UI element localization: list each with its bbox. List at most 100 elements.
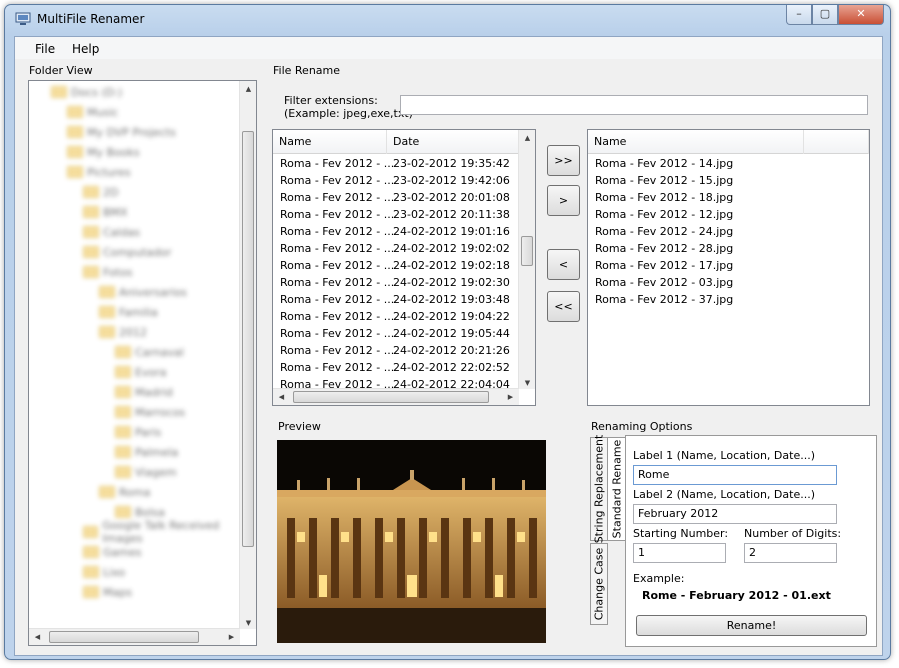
source-hscroll-thumb[interactable]	[293, 391, 489, 403]
label2-input[interactable]: February 2012	[633, 504, 837, 524]
target-row[interactable]: Roma - Fev 2012 - 15.jpg	[595, 172, 733, 189]
column-header-date[interactable]: Date	[387, 130, 519, 154]
scroll-right-arrow-icon[interactable]: ▶	[502, 393, 519, 401]
minimize-button[interactable]: –	[786, 5, 812, 25]
add-all-button[interactable]: >>	[547, 145, 580, 176]
target-row[interactable]: Roma - Fev 2012 - 17.jpg	[595, 257, 733, 274]
tree-scroll-thumb[interactable]	[242, 131, 254, 547]
scroll-left-arrow-icon[interactable]: ◀	[273, 393, 290, 401]
tree-item[interactable]: Computador	[83, 243, 171, 261]
tree-vertical-scrollbar[interactable]: ▲ ▼	[239, 81, 256, 629]
maximize-button[interactable]: ▢	[812, 5, 838, 25]
target-row[interactable]: Roma - Fev 2012 - 28.jpg	[595, 240, 733, 257]
tree-item[interactable]: BMX	[83, 203, 128, 221]
source-file-list[interactable]: Name Date Roma - Fev 2012 - ... 23-02-201…	[272, 129, 536, 406]
target-file-list[interactable]: Name Roma - Fev 2012 - 14.jpg Roma - Fev …	[587, 129, 870, 406]
menu-help[interactable]: Help	[72, 42, 99, 56]
scroll-down-arrow-icon[interactable]: ▼	[519, 379, 535, 387]
source-cell-name[interactable]: Roma - Fev 2012 - ...	[280, 274, 394, 291]
tree-item[interactable]: Music	[67, 103, 118, 121]
tree-item[interactable]: Familia	[99, 303, 158, 321]
source-cell-name[interactable]: Roma - Fev 2012 - ...	[280, 155, 394, 172]
source-cell-name[interactable]: Roma - Fev 2012 - ...	[280, 325, 394, 342]
source-cell-date[interactable]: 24-02-2012 19:02:18	[393, 257, 510, 274]
source-cell-date[interactable]: 24-02-2012 19:02:30	[393, 274, 510, 291]
source-cell-name[interactable]: Roma - Fev 2012 - ...	[280, 172, 394, 189]
tree-item[interactable]: Marrocos	[115, 403, 185, 421]
target-row[interactable]: Roma - Fev 2012 - 37.jpg	[595, 291, 733, 308]
source-cell-name[interactable]: Roma - Fev 2012 - ...	[280, 206, 394, 223]
source-cell-date[interactable]: 24-02-2012 19:01:16	[393, 223, 510, 240]
source-cell-date[interactable]: 23-02-2012 20:01:08	[393, 189, 510, 206]
tree-item[interactable]: Palmela	[115, 443, 178, 461]
tree-item[interactable]: My Books	[67, 143, 140, 161]
source-cell-name[interactable]: Roma - Fev 2012 - ...	[280, 223, 394, 240]
tab-string-replacement[interactable]: String Replacement	[590, 435, 608, 543]
source-cell-date[interactable]: 24-02-2012 22:02:52	[393, 359, 510, 376]
tree-item[interactable]: Carnaval	[115, 343, 184, 361]
tree-item[interactable]: Fotos	[83, 263, 132, 281]
target-row[interactable]: Roma - Fev 2012 - 12.jpg	[595, 206, 733, 223]
tree-item[interactable]: Madrid	[115, 383, 173, 401]
add-button[interactable]: >	[547, 185, 580, 216]
number-of-digits-input[interactable]: 2	[744, 543, 837, 563]
source-horizontal-scrollbar[interactable]: ◀ ▶	[273, 388, 519, 405]
source-cell-date[interactable]: 24-02-2012 19:05:44	[393, 325, 510, 342]
tree-hscroll-thumb[interactable]	[49, 631, 199, 643]
remove-all-button[interactable]: <<	[547, 291, 580, 322]
tree-item[interactable]: Docs (D:)	[51, 83, 122, 101]
tree-horizontal-scrollbar[interactable]: ◀ ▶	[29, 628, 240, 645]
scroll-left-arrow-icon[interactable]: ◀	[29, 633, 46, 641]
tree-item[interactable]: Caldas	[83, 223, 140, 241]
folder-tree[interactable]: Docs (D:) Music My DVP Projects My Books Pic…	[28, 80, 257, 646]
scroll-up-arrow-icon[interactable]: ▲	[519, 134, 535, 142]
source-cell-name[interactable]: Roma - Fev 2012 - ...	[280, 291, 394, 308]
tree-item[interactable]: Aniversarios	[99, 283, 187, 301]
source-vertical-scrollbar[interactable]: ▲ ▼	[518, 130, 535, 389]
source-cell-name[interactable]: Roma - Fev 2012 - ...	[280, 308, 394, 325]
source-cell-date[interactable]: 23-02-2012 19:42:06	[393, 172, 510, 189]
source-cell-name[interactable]: Roma - Fev 2012 - ...	[280, 359, 394, 376]
target-row[interactable]: Roma - Fev 2012 - 03.jpg	[595, 274, 733, 291]
target-row[interactable]: Roma - Fev 2012 - 24.jpg	[595, 223, 733, 240]
tree-item[interactable]: Google Talk Received Images	[83, 519, 256, 545]
tree-item[interactable]: Maps	[83, 583, 132, 601]
source-cell-name[interactable]: Roma - Fev 2012 - ...	[280, 189, 394, 206]
scroll-right-arrow-icon[interactable]: ▶	[223, 633, 240, 641]
source-scroll-thumb[interactable]	[521, 236, 533, 266]
source-cell-date[interactable]: 23-02-2012 20:11:38	[393, 206, 510, 223]
scroll-down-arrow-icon[interactable]: ▼	[240, 619, 257, 627]
tree-item[interactable]: My DVP Projects	[67, 123, 176, 141]
tree-item[interactable]: Paris	[115, 423, 161, 441]
tree-item[interactable]: Lixo	[83, 563, 125, 581]
starting-number-input[interactable]: 1	[633, 543, 726, 563]
source-cell-date[interactable]: 23-02-2012 19:35:42	[393, 155, 510, 172]
source-cell-date[interactable]: 24-02-2012 19:02:02	[393, 240, 510, 257]
target-row[interactable]: Roma - Fev 2012 - 18.jpg	[595, 189, 733, 206]
tree-item[interactable]: Evora	[115, 363, 166, 381]
target-row[interactable]: Roma - Fev 2012 - 14.jpg	[595, 155, 733, 172]
tab-standard-rename[interactable]: Standard Rename	[607, 437, 626, 541]
tree-item[interactable]: Games	[83, 543, 141, 561]
filter-extensions-input[interactable]	[400, 95, 868, 115]
tab-change-case[interactable]: Change Case	[590, 543, 608, 625]
close-button[interactable]: ✕	[838, 5, 884, 25]
source-cell-date[interactable]: 24-02-2012 19:03:48	[393, 291, 510, 308]
column-header-name[interactable]: Name	[588, 130, 804, 154]
source-cell-name[interactable]: Roma - Fev 2012 - ...	[280, 342, 394, 359]
scroll-up-arrow-icon[interactable]: ▲	[240, 85, 257, 93]
source-cell-date[interactable]: 24-02-2012 19:04:22	[393, 308, 510, 325]
tree-item[interactable]: Viagem	[115, 463, 177, 481]
column-header-name[interactable]: Name	[273, 130, 387, 154]
tree-item[interactable]: Pictures	[67, 163, 131, 181]
tree-item[interactable]: Roma	[99, 483, 150, 501]
menu-file[interactable]: File	[35, 42, 55, 56]
label1-input[interactable]: Rome	[633, 465, 837, 485]
source-cell-name[interactable]: Roma - Fev 2012 - ...	[280, 240, 394, 257]
source-cell-name[interactable]: Roma - Fev 2012 - ...	[280, 257, 394, 274]
tree-item[interactable]: 2012	[99, 323, 147, 341]
rename-button[interactable]: Rename!	[636, 615, 867, 636]
remove-button[interactable]: <	[547, 249, 580, 280]
source-cell-date[interactable]: 24-02-2012 20:21:26	[393, 342, 510, 359]
tree-item[interactable]: 2D	[83, 183, 118, 201]
